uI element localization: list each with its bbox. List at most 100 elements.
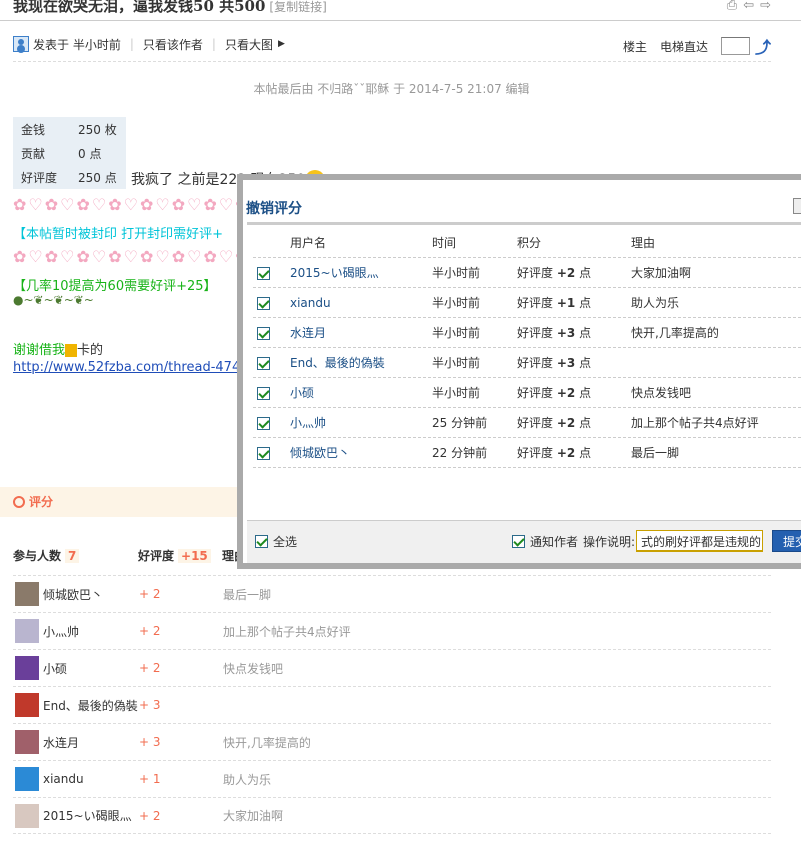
row-user[interactable]: End、最後的偽裝 <box>290 354 432 371</box>
prev-icon[interactable]: ⇦ <box>743 0 754 13</box>
avatar[interactable] <box>15 656 39 680</box>
select-all-checkbox[interactable] <box>255 535 268 548</box>
floor-jump-input[interactable] <box>720 37 750 55</box>
dialog-body: 撤销评分 用户名 时间 积分 理由 2015~い碣眼灬 半小时前 好评度 +2 点大… <box>243 180 801 563</box>
stat-label: 好评度 <box>21 170 58 185</box>
row-user[interactable]: 小灬帅 <box>290 414 432 431</box>
thread-title-bar: 我现在欲哭无泪，逼我发钱50 共500 [复制链接] ⎙ ⇦ ⇨ <box>0 0 801 20</box>
rating-user[interactable]: 水连月 <box>43 734 139 751</box>
row-user[interactable]: 水连月 <box>290 324 432 341</box>
rating-user[interactable]: 2015~い碣眼灬 <box>43 807 139 824</box>
rating-score: + 2 <box>139 661 161 675</box>
row-checkbox[interactable] <box>257 266 270 280</box>
row-reason: 助人为乐 <box>631 296 680 310</box>
row-checkbox-cell <box>253 266 290 280</box>
row-user[interactable]: 倾城欧巴丶 <box>290 444 432 461</box>
stat-label: 金钱 <box>21 122 46 137</box>
only-large-link[interactable]: 只看大图 <box>225 36 273 53</box>
avatar[interactable] <box>15 730 39 754</box>
row-time: 25 分钟前 <box>432 416 488 430</box>
vine-decoration-icon: ●~❦~❦~❦~ <box>13 293 94 307</box>
row-checkbox[interactable] <box>257 326 270 340</box>
row-time: 半小时前 <box>432 296 481 310</box>
rating-score: + 2 <box>139 808 161 823</box>
rating-score: + 3 <box>139 735 161 749</box>
stat-row: 金钱 250 枚 <box>13 117 126 141</box>
stat-value: 250 枚 <box>78 122 117 137</box>
score-label: 好评度 <box>138 549 175 563</box>
table-row: xiandu 半小时前 好评度 +1 点助人为乐 <box>253 288 801 318</box>
score-type: 好评度 <box>517 356 554 370</box>
header-score: 积分 <box>517 236 542 250</box>
stat-value: 0 点 <box>78 146 102 161</box>
user-stats: 金钱 250 枚 贡献 0 点 好评度 250 点 <box>13 117 126 189</box>
edit-note: 本帖最后由 不归路ˇˇ耶稣 于 2014-7-5 21:07 编辑 <box>253 82 530 96</box>
rating-circle-icon <box>13 495 25 508</box>
close-icon[interactable] <box>793 198 801 214</box>
avatar[interactable] <box>15 619 39 643</box>
rating-title-text: 评分 <box>29 495 54 509</box>
jump-icon[interactable]: ⤴ <box>755 34 771 58</box>
rating-reason: 助人为乐 <box>223 772 272 787</box>
top-icons: ⎙ ⇦ ⇨ <box>727 0 771 13</box>
next-icon[interactable]: ⇨ <box>760 0 771 13</box>
row-user[interactable]: 2015~い碣眼灬 <box>290 264 432 281</box>
points-value: +2 <box>556 416 576 430</box>
notice-rate: 【几率10提高为60需要好评+25】 <box>13 279 217 294</box>
thread-link[interactable]: http://www.52fzba.com/thread-4749 <box>13 360 245 375</box>
rating-row: End、最後的偽裝 + 3 <box>13 686 771 723</box>
post-meta: 发表于 半小时前 | 只看该作者 | 只看大图 ▶ <box>13 35 285 53</box>
thanks-text: 谢谢借我 <box>13 343 66 358</box>
row-checkbox-cell <box>253 356 290 370</box>
table-row: 小硕 半小时前 好评度 +2 点快点发钱吧 <box>253 378 801 408</box>
avatar[interactable] <box>15 693 39 717</box>
row-checkbox[interactable] <box>257 386 270 400</box>
row-time: 22 分钟前 <box>432 446 488 460</box>
submit-button[interactable]: 提交 <box>772 530 801 552</box>
participants-header: 参与人数 7 <box>13 547 138 564</box>
row-checkbox-cell <box>253 326 290 340</box>
score-type: 好评度 <box>517 266 554 280</box>
rating-reason: 加上那个帖子共4点好评 <box>223 624 351 639</box>
points-value: +1 <box>556 296 576 310</box>
avatar[interactable] <box>15 767 39 791</box>
rating-user[interactable]: 小灬帅 <box>43 623 139 640</box>
avatar[interactable] <box>15 803 39 828</box>
score-type: 好评度 <box>517 296 554 310</box>
print-icon[interactable]: ⎙ <box>727 0 737 13</box>
reason-input[interactable]: 式的刷好评都是违规的 <box>636 530 763 552</box>
rating-row: 小灬帅 + 2 加上那个帖子共4点好评 <box>13 612 771 649</box>
only-author-link[interactable]: 只看该作者 <box>143 36 203 53</box>
rating-row: 2015~い碣眼灬 + 2 大家加油啊 <box>13 797 771 834</box>
rating-user[interactable]: 小硕 <box>43 660 139 677</box>
row-checkbox[interactable] <box>257 296 270 310</box>
copy-link[interactable]: [复制链接] <box>269 0 326 14</box>
points-value: +3 <box>556 356 576 370</box>
rating-user[interactable]: End、最後的偽裝 <box>43 697 139 714</box>
row-score: 好评度 +2 点 <box>517 444 631 461</box>
select-all-control[interactable]: 全选 <box>255 533 297 550</box>
point-unit: 点 <box>579 386 592 400</box>
row-user[interactable]: xiandu <box>290 296 432 310</box>
avatar[interactable] <box>15 582 39 606</box>
row-time: 半小时前 <box>432 386 481 400</box>
stat-label: 贡献 <box>21 146 46 161</box>
rating-reason: 最后一脚 <box>223 587 272 602</box>
row-checkbox[interactable] <box>257 416 270 430</box>
point-unit: 点 <box>579 416 592 430</box>
table-header: 用户名 时间 积分 理由 <box>253 228 801 258</box>
row-score: 好评度 +2 点 <box>517 384 631 401</box>
stat-row: 好评度 250 点 <box>13 165 126 189</box>
points-value: +3 <box>556 326 576 340</box>
row-checkbox[interactable] <box>257 356 270 370</box>
row-user[interactable]: 小硕 <box>290 384 432 401</box>
header-user: 用户名 <box>290 236 327 250</box>
points-value: +2 <box>556 446 576 460</box>
thanks-text-tail: 卡的 <box>77 343 104 358</box>
rating-user[interactable]: xiandu <box>43 772 139 786</box>
dialog-footer: 全选 通知作者 操作说明: 式的刷好评都是违规的 提交 <box>247 520 801 563</box>
rating-user[interactable]: 倾城欧巴丶 <box>43 586 139 603</box>
thanks-line: 谢谢借我 卡的 <box>13 339 103 358</box>
notify-author-checkbox[interactable] <box>512 535 525 548</box>
row-checkbox[interactable] <box>257 446 270 460</box>
